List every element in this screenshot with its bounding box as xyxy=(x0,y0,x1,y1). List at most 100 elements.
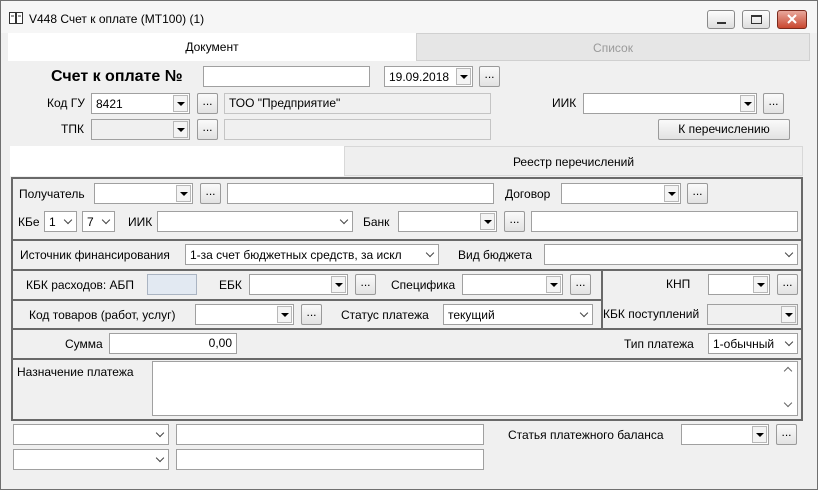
subtab-main[interactable] xyxy=(10,146,344,176)
dropdown-arrow-icon xyxy=(456,68,471,85)
dropdown-arrow-icon xyxy=(173,121,188,138)
goods-code-combo[interactable] xyxy=(195,304,294,325)
bank-lookup-button[interactable]: ... xyxy=(504,211,525,232)
scroll-down-icon[interactable] xyxy=(783,398,793,408)
dropdown-arrow-icon xyxy=(277,306,292,323)
specifics-combo[interactable] xyxy=(462,274,563,295)
recipient-combo[interactable] xyxy=(94,183,193,204)
payment-type-combo[interactable]: 1-обычный xyxy=(708,333,798,354)
budget-type-combo[interactable] xyxy=(544,244,798,265)
date-value: 19.09.2018 xyxy=(389,70,450,84)
recipient-name-field[interactable] xyxy=(227,183,494,204)
bottom-combo-1[interactable] xyxy=(13,424,169,445)
source-value: 1-за счет бюджетных средств, за искл xyxy=(190,248,402,262)
maximize-button[interactable] xyxy=(742,10,770,29)
payment-status-combo[interactable]: текущий xyxy=(443,304,593,325)
gu-code-combo[interactable]: 8421 xyxy=(91,93,190,114)
ebk-combo[interactable] xyxy=(249,274,348,295)
specifics-lookup-button[interactable]: ... xyxy=(570,274,591,295)
window: V448 Счет к оплате (МТ100) (1) Документ … xyxy=(0,0,818,490)
dropdown-arrow-icon xyxy=(480,213,495,230)
minimize-icon xyxy=(717,22,726,24)
source-label: Источник финансирования xyxy=(20,248,170,262)
bottom-combo-2[interactable] xyxy=(13,449,169,470)
knp-lookup-button[interactable]: ... xyxy=(777,274,798,295)
tab-document[interactable]: Документ xyxy=(8,33,416,61)
bottom-field-1[interactable] xyxy=(176,424,484,445)
purpose-textarea[interactable] xyxy=(152,361,798,416)
kbk-abp-field[interactable] xyxy=(147,274,197,295)
divider xyxy=(11,269,803,271)
window-title: V448 Счет к оплате (МТ100) (1) xyxy=(29,12,205,26)
payment-status-value: текущий xyxy=(448,308,495,322)
payment-status-label: Статус платежа xyxy=(341,308,429,322)
bank-label: Банк xyxy=(363,215,390,229)
title-bar: V448 Счет к оплате (МТ100) (1) xyxy=(1,1,817,33)
dropdown-arrow-icon xyxy=(176,185,191,202)
ebk-lookup-button[interactable]: ... xyxy=(355,274,376,295)
amount-label: Сумма xyxy=(65,337,103,351)
tab-registry-label: Реестр перечислений xyxy=(512,155,635,169)
balance-item-lookup-button[interactable]: ... xyxy=(776,424,797,445)
bank-name-field[interactable] xyxy=(531,211,798,232)
balance-item-label: Статья платежного баланса xyxy=(508,428,664,442)
bank-combo[interactable] xyxy=(398,211,497,232)
divider xyxy=(11,328,803,330)
contract-lookup-button[interactable]: ... xyxy=(687,183,708,204)
dropdown-arrow-icon xyxy=(173,95,188,112)
kbe-2-value: 7 xyxy=(87,215,94,229)
chevron-down-icon xyxy=(576,306,591,323)
balance-item-combo[interactable] xyxy=(681,424,769,445)
tab-list[interactable]: Список xyxy=(416,33,810,61)
kbk-income-label: КБК поступлений xyxy=(603,307,700,321)
knp-combo[interactable] xyxy=(708,274,770,295)
tab-registry[interactable]: Реестр перечислений xyxy=(344,146,803,176)
iik-label: ИИК xyxy=(552,96,577,110)
payment-type-label: Тип платежа xyxy=(624,337,694,351)
gu-label: Код ГУ xyxy=(47,96,85,110)
tpk-label: ТПК xyxy=(61,122,84,136)
chevron-down-icon xyxy=(60,213,75,230)
source-combo[interactable]: 1-за счет бюджетных средств, за искл xyxy=(185,244,439,265)
date-lookup-button[interactable]: ... xyxy=(479,66,500,87)
invoice-number-field[interactable] xyxy=(203,66,370,87)
scroll-up-icon[interactable] xyxy=(783,366,793,376)
chevron-down-icon xyxy=(152,426,167,443)
kbe-1-combo[interactable]: 1 xyxy=(44,211,77,232)
close-icon xyxy=(787,14,797,24)
chevron-down-icon xyxy=(781,246,796,263)
divider xyxy=(11,239,803,241)
goods-code-lookup-button[interactable]: ... xyxy=(301,304,322,325)
contract-combo[interactable] xyxy=(561,183,681,204)
tpk-lookup-button[interactable]: ... xyxy=(197,119,218,140)
chevron-down-icon xyxy=(98,213,113,230)
form-iik-combo[interactable] xyxy=(157,211,353,232)
kbk-income-combo[interactable] xyxy=(707,304,798,325)
dropdown-arrow-icon xyxy=(752,426,767,443)
date-picker[interactable]: 19.09.2018 xyxy=(384,66,473,87)
dropdown-arrow-icon xyxy=(740,95,755,112)
dropdown-arrow-icon xyxy=(781,306,796,323)
iik-combo[interactable] xyxy=(583,93,757,114)
maximize-icon xyxy=(751,15,762,24)
kbe-2-combo[interactable]: 7 xyxy=(82,211,115,232)
ebk-label: ЕБК xyxy=(219,278,242,292)
iik-label-form: ИИК xyxy=(128,215,153,229)
divider xyxy=(11,299,603,301)
recipient-lookup-button[interactable]: ... xyxy=(200,183,221,204)
iik-lookup-button[interactable]: ... xyxy=(763,93,784,114)
amount-field[interactable]: 0,00 xyxy=(109,333,237,354)
bottom-field-2[interactable] xyxy=(176,449,484,470)
tpk-combo[interactable] xyxy=(91,119,190,140)
knp-label: КНП xyxy=(666,277,691,291)
transfer-button[interactable]: К перечислению xyxy=(658,119,790,140)
dropdown-arrow-icon xyxy=(753,276,768,293)
dropdown-arrow-icon xyxy=(546,276,561,293)
minimize-button[interactable] xyxy=(707,10,735,29)
kbk-abp-label: КБК расходов: АБП xyxy=(26,278,135,292)
gu-name-field: ТОО "Предприятие" xyxy=(224,93,491,114)
gu-lookup-button[interactable]: ... xyxy=(197,93,218,114)
chevron-down-icon xyxy=(422,246,437,263)
purpose-scrollbar[interactable] xyxy=(781,362,797,415)
close-button[interactable] xyxy=(777,10,807,29)
